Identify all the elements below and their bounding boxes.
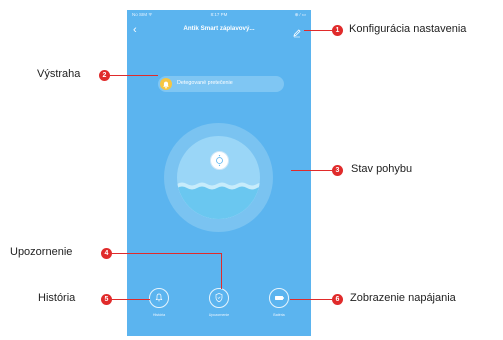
bell-icon [155,293,163,302]
status-bar: No SIM ᯤ 8:17 PM ⊕ ⁄ ▭ [127,10,311,20]
notifications-ring [209,288,229,308]
callout-1-badge: 1 [332,25,343,36]
nav-bar: ‹ Antik Smart záplavový... [127,22,311,38]
callout-5-badge: 5 [101,294,112,305]
callout-5-line [112,299,150,300]
callout-2-badge: 2 [99,70,110,81]
alert-bell-badge [160,78,172,90]
battery-ring [269,288,289,308]
sensor-icon [210,151,229,170]
battery-label: Batéria [273,313,285,317]
callout-6-label: Zobrazenie napájania [350,292,456,304]
edit-button[interactable] [292,25,302,38]
callout-4-line-h [112,253,221,254]
callout-4-label: Upozornenie [10,246,73,258]
battery-icon [275,296,284,300]
water-wave-graphic [177,182,260,219]
callout-6-line [290,299,332,300]
callout-6-badge: 6 [332,294,343,305]
notifications-label: Upozornenie [208,313,230,317]
callout-2-label: Výstraha [37,68,81,80]
shield-icon [215,293,223,303]
battery-button[interactable]: Batéria [262,288,296,328]
pencil-icon [293,29,301,38]
callout-4-badge: 4 [101,248,112,259]
callout-2-line [110,75,158,76]
callout-4-line-v [221,253,222,289]
bell-icon [163,81,169,89]
callout-5-label: História [38,292,76,304]
history-button[interactable]: História [142,288,176,328]
callout-3-line [291,170,332,171]
phone-screen: No SIM ᯤ 8:17 PM ⊕ ⁄ ▭ ‹ Antik Smart záp… [127,10,311,336]
history-label: História [152,313,166,317]
callout-3-label: Stav pohybu [351,163,413,175]
clock-text: 8:17 PM [210,12,228,17]
callout-1-label: Konfigurácia nastavenia [349,23,467,35]
history-ring [149,288,169,308]
motion-status-display [177,136,260,219]
notifications-button[interactable]: Upozornenie [202,288,236,328]
page-title: Antik Smart záplavový... [183,25,255,32]
status-icons: ⊕ ⁄ ▭ [294,12,306,17]
alert-text: Detegované pretečenie [177,80,233,86]
callout-3-badge: 3 [332,165,343,176]
alert-banner[interactable]: Detegované pretečenie [158,76,284,92]
callout-1-line [304,30,332,31]
